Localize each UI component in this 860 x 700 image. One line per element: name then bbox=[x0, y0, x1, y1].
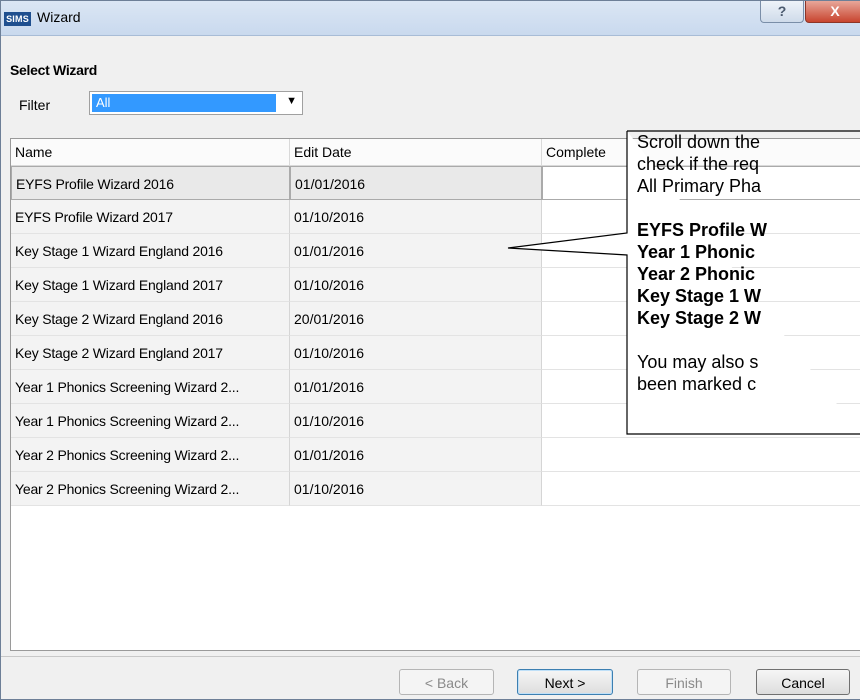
table-row[interactable]: Year 2 Phonics Screening Wizard 2... 01/0… bbox=[11, 438, 860, 472]
cell-name[interactable]: Year 1 Phonics Screening Wizard 2... bbox=[11, 404, 290, 438]
select-wizard-heading: Select Wizard bbox=[10, 62, 98, 78]
callout-outro: You may also s been marked c bbox=[637, 351, 860, 395]
cell-edit-date[interactable]: 01/10/2016 bbox=[290, 472, 542, 506]
cell-name[interactable]: Key Stage 2 Wizard England 2016 bbox=[11, 302, 290, 336]
footer-divider bbox=[1, 656, 860, 657]
next-button[interactable]: Next > bbox=[517, 669, 613, 695]
dropdown-arrow-icon[interactable]: ▼ bbox=[286, 95, 297, 107]
callout-note: Scroll down the check if the req All Prima… bbox=[627, 125, 860, 435]
callout-intro: Scroll down the check if the req All Prima… bbox=[637, 131, 860, 197]
callout-intro-line: check if the req bbox=[637, 154, 760, 174]
cell-edit-date[interactable]: 01/01/2016 bbox=[290, 438, 542, 472]
callout-outro-line: You may also s bbox=[637, 352, 759, 372]
close-button[interactable]: X bbox=[805, 1, 860, 23]
callout-list-item: EYFS Profile W bbox=[637, 220, 768, 240]
cell-name[interactable]: EYFS Profile Wizard 2017 bbox=[11, 200, 290, 234]
cell-name[interactable]: Key Stage 2 Wizard England 2017 bbox=[11, 336, 290, 370]
cell-name[interactable]: Key Stage 1 Wizard England 2017 bbox=[11, 268, 290, 302]
filter-label: Filter bbox=[19, 97, 51, 113]
help-button[interactable]: ? bbox=[760, 1, 804, 23]
cell-name[interactable]: Year 1 Phonics Screening Wizard 2... bbox=[11, 370, 290, 404]
cell-name[interactable]: Year 2 Phonics Screening Wizard 2... bbox=[11, 472, 290, 506]
cell-name[interactable]: Key Stage 1 Wizard England 2016 bbox=[11, 234, 290, 268]
cell-complete[interactable] bbox=[542, 438, 860, 472]
sims-logo-icon: SIMS bbox=[4, 12, 31, 26]
window-title: Wizard bbox=[37, 9, 81, 25]
back-button[interactable]: < Back bbox=[399, 669, 494, 695]
cell-name[interactable]: EYFS Profile Wizard 2016 bbox=[11, 166, 290, 200]
column-header-name[interactable]: Name bbox=[11, 139, 290, 165]
callout-intro-line: Scroll down the bbox=[637, 132, 761, 152]
callout-intro-line: All Primary Pha bbox=[637, 176, 762, 196]
cancel-button[interactable]: Cancel bbox=[756, 669, 850, 695]
callout-list-item: Key Stage 1 W bbox=[637, 286, 762, 306]
finish-button[interactable]: Finish bbox=[637, 669, 731, 695]
callout-wizard-list: EYFS Profile W Year 1 Phonic Year 2 Phonic… bbox=[637, 219, 860, 329]
title-bar: SIMS Wizard ? X bbox=[1, 1, 860, 36]
callout-list-item: Year 1 Phonic bbox=[637, 242, 756, 262]
callout-list-item: Key Stage 2 W bbox=[637, 308, 762, 328]
cell-complete[interactable] bbox=[542, 472, 860, 506]
callout-outro-line: been marked c bbox=[637, 374, 757, 394]
filter-dropdown[interactable]: All ▼ bbox=[89, 91, 303, 115]
table-row[interactable]: Year 2 Phonics Screening Wizard 2... 01/1… bbox=[11, 472, 860, 506]
filter-selected-value: All bbox=[92, 94, 276, 112]
callout-list-item: Year 2 Phonic bbox=[637, 264, 756, 284]
cell-name[interactable]: Year 2 Phonics Screening Wizard 2... bbox=[11, 438, 290, 472]
